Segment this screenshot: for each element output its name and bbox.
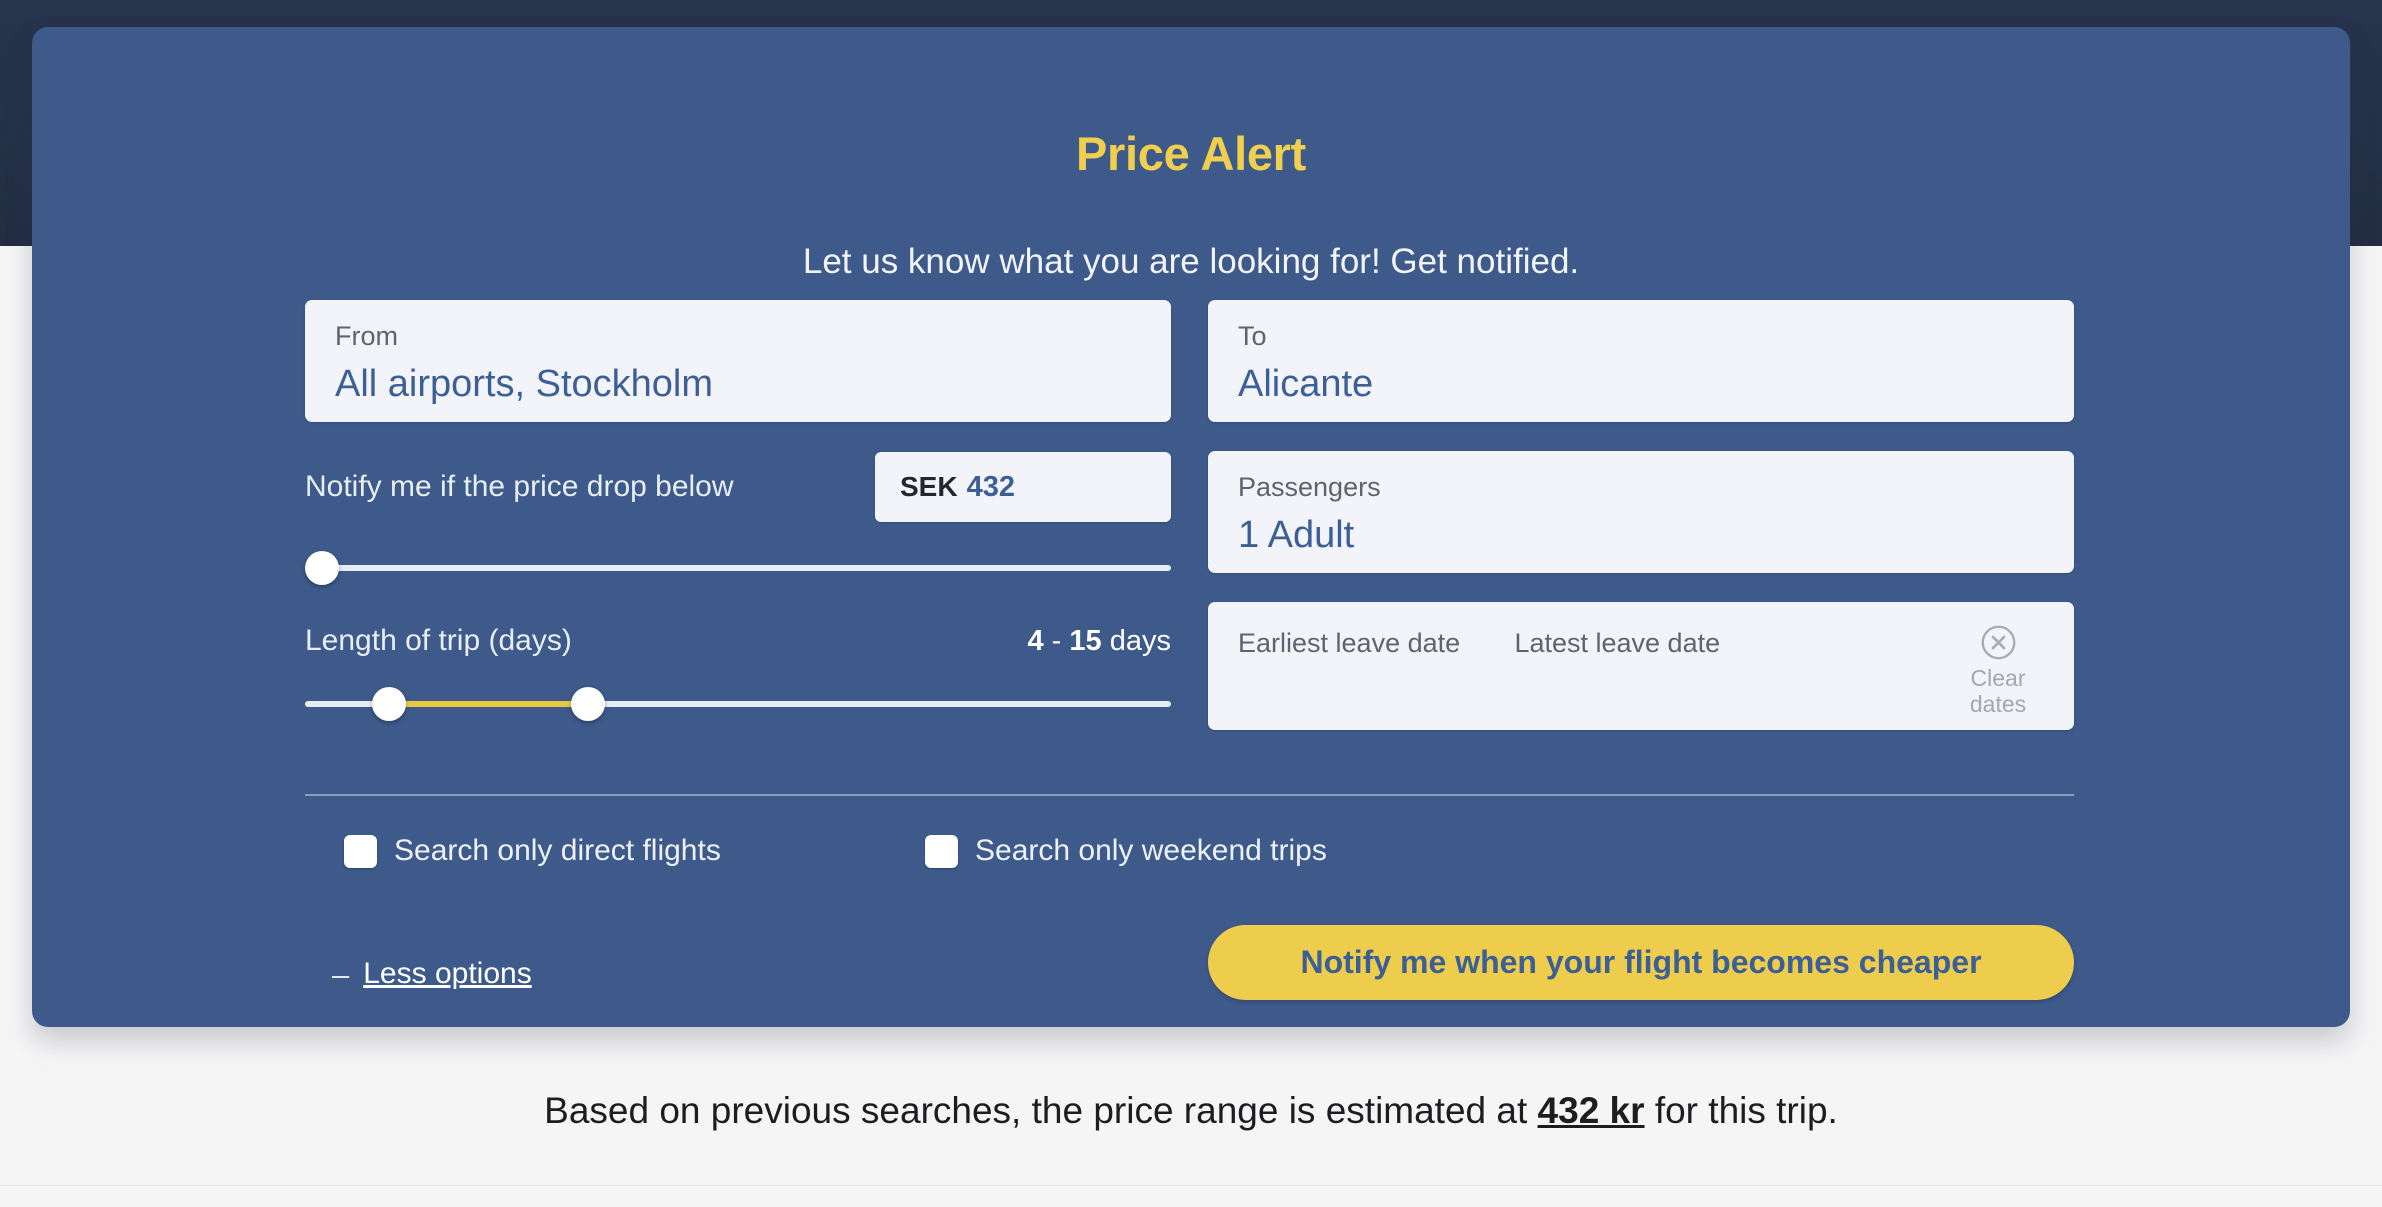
page-subtitle: Let us know what you are looking for! Ge…: [802, 242, 1580, 281]
price-slider-handle[interactable]: [305, 551, 339, 585]
left-column: From All airports, Stockholm Notify me i…: [305, 300, 1171, 721]
price-alert-card: Price Alert Let us know what you are loo…: [32, 27, 2350, 1027]
page-title: Price Alert: [1075, 127, 1307, 180]
right-column: To Alicante Passengers 1 Adult Earliest …: [1208, 300, 2074, 730]
price-amount: 432: [966, 470, 1015, 503]
trip-length-separator: -: [1043, 625, 1070, 657]
weekend-trips-checkbox-item[interactable]: Search only weekend trips: [925, 834, 1327, 868]
circle-x-icon: [1981, 625, 2015, 660]
notify-me-button[interactable]: Notify me when your flight becomes cheap…: [1208, 925, 2074, 1000]
weekend-trips-checkbox[interactable]: [925, 834, 958, 868]
price-estimate-value: 432 kr: [1537, 1090, 1645, 1131]
clear-dates-label-line1: Clear: [1970, 665, 2026, 691]
price-estimate-note: Based on previous searches, the price ra…: [0, 1090, 2382, 1132]
direct-flights-label: Search only direct flights: [394, 834, 721, 867]
direct-flights-checkbox-item[interactable]: Search only direct flights: [344, 834, 721, 868]
less-options-link[interactable]: Less options: [363, 957, 531, 991]
price-estimate-prefix: Based on previous searches, the price ra…: [544, 1090, 1538, 1131]
price-threshold-label: Notify me if the price drop below: [305, 470, 734, 503]
direct-flights-checkbox[interactable]: [344, 834, 377, 868]
price-slider[interactable]: [305, 551, 1171, 585]
clear-dates-label: Clear dates: [1948, 665, 2048, 718]
passengers-value: 1 Adult: [1238, 513, 1355, 556]
trip-length-min: 4: [1027, 625, 1044, 657]
trip-length-row: Length of trip (days) 4 - 15 days: [305, 624, 1171, 658]
trip-slider-handle-min[interactable]: [371, 687, 406, 721]
from-label: From: [335, 321, 398, 351]
to-field[interactable]: To Alicante: [1208, 300, 2074, 422]
price-threshold-row: Notify me if the price drop below SEK 43…: [305, 452, 1171, 522]
trip-slider-handle-max[interactable]: [571, 687, 606, 721]
passengers-label: Passengers: [1238, 472, 1381, 502]
from-value: All airports, Stockholm: [335, 362, 714, 405]
footer-divider: [0, 1185, 2382, 1186]
clear-dates-label-line2: dates: [1969, 690, 2027, 717]
to-label: To: [1238, 321, 1267, 351]
options-checkboxes: Search only direct flights Search only w…: [305, 834, 2074, 874]
latest-date-input[interactable]: Latest leave date: [1514, 628, 1720, 659]
to-value: Alicante: [1238, 362, 1374, 405]
trip-length-max: 15: [1069, 625, 1102, 657]
price-estimate-suffix: for this trip.: [1644, 1090, 1838, 1131]
trip-length-value: 4 - 15 days: [1027, 625, 1171, 658]
page-root: Price Alert Let us know what you are loo…: [0, 0, 2382, 1207]
trip-length-label: Length of trip (days): [305, 624, 572, 657]
dates-field[interactable]: Earliest leave date Latest leave date Cl…: [1208, 602, 2074, 730]
less-options-control[interactable]: – Less options: [332, 957, 532, 991]
weekend-trips-label: Search only weekend trips: [975, 834, 1327, 867]
price-input[interactable]: SEK 432: [875, 452, 1171, 522]
section-divider: [305, 794, 2074, 796]
trip-length-slider[interactable]: [305, 687, 1171, 721]
price-currency: SEK: [900, 471, 958, 502]
trip-length-unit: days: [1101, 625, 1171, 657]
earliest-date-input[interactable]: Earliest leave date: [1238, 628, 1510, 659]
from-field[interactable]: From All airports, Stockholm: [305, 300, 1171, 422]
trip-slider-fill: [388, 701, 589, 707]
minus-icon: –: [332, 956, 350, 992]
price-slider-track[interactable]: [305, 565, 1171, 571]
clear-dates-button[interactable]: Clear dates: [1948, 624, 2048, 718]
passengers-field[interactable]: Passengers 1 Adult: [1208, 451, 2074, 573]
